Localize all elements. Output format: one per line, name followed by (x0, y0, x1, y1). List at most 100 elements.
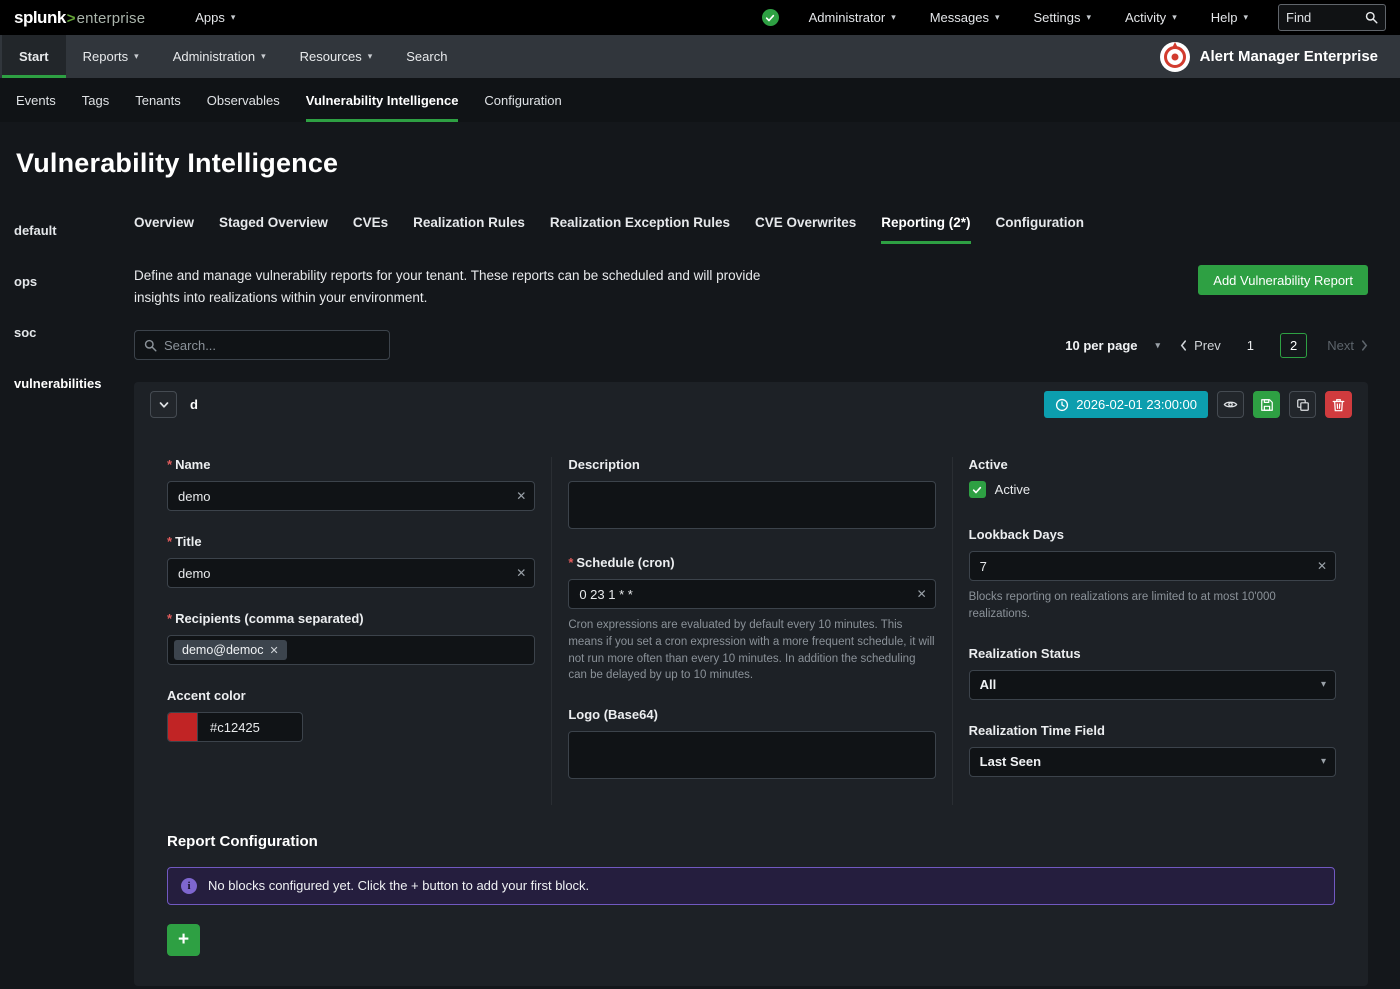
sidebar-item-soc[interactable]: soc (14, 325, 118, 340)
subnav-events[interactable]: Events (16, 78, 56, 122)
chevron-down-icon: ▾ (1172, 12, 1177, 23)
tab-realization-rules[interactable]: Realization Rules (413, 215, 525, 244)
tab-reporting[interactable]: Reporting (2*) (881, 215, 970, 244)
nav-start[interactable]: Start (2, 35, 66, 78)
nav-search-label: Search (406, 49, 447, 64)
nav-reports[interactable]: Reports ▾ (66, 35, 156, 78)
clear-name-icon[interactable]: ✕ (516, 490, 526, 502)
app-title: Alert Manager Enterprise (1200, 48, 1378, 65)
tab-overview[interactable]: Overview (134, 215, 194, 244)
realization-time-label: Realization Time Field (969, 723, 1336, 738)
tab-staged-overview[interactable]: Staged Overview (219, 215, 328, 244)
tab-cve-overwrites[interactable]: CVE Overwrites (755, 215, 856, 244)
nav-reports-label: Reports (83, 49, 129, 64)
realization-status-select[interactable]: All ▾ (969, 670, 1336, 700)
tab-realization-exception-rules[interactable]: Realization Exception Rules (550, 215, 730, 244)
report-card: d 2026-02-01 23:00:00 (134, 382, 1368, 986)
schedule-input[interactable] (568, 579, 935, 609)
subnav-observables[interactable]: Observables (207, 78, 280, 122)
find-search-box[interactable] (1278, 4, 1386, 31)
accent-color-label: Accent color (167, 688, 535, 703)
clear-title-icon[interactable]: ✕ (516, 567, 526, 579)
color-swatch[interactable] (168, 713, 198, 741)
schedule-label: *Schedule (cron) (568, 555, 935, 570)
tab-cves[interactable]: CVEs (353, 215, 388, 244)
title-field: *Title ✕ (167, 534, 535, 588)
nav-resources[interactable]: Resources ▾ (283, 35, 390, 78)
clear-schedule-icon[interactable]: ✕ (917, 588, 927, 600)
realization-time-select[interactable]: Last Seen ▾ (969, 747, 1336, 777)
chevron-down-icon: ▾ (995, 12, 1000, 23)
page-1-button[interactable]: 1 (1241, 334, 1260, 357)
logo-label: Logo (Base64) (568, 707, 935, 722)
messages-menu[interactable]: Messages ▾ (926, 10, 1004, 25)
next-label: Next (1327, 338, 1354, 353)
nav-start-label: Start (19, 49, 49, 64)
chevron-down-icon: ▾ (891, 12, 896, 23)
delete-report-button[interactable] (1325, 391, 1352, 418)
required-asterisk: * (167, 457, 172, 472)
title-input[interactable] (167, 558, 535, 588)
chevron-right-icon (1361, 340, 1368, 351)
preview-report-button[interactable] (1217, 391, 1244, 418)
subnav-tenants-label: Tenants (135, 93, 181, 108)
administrator-menu[interactable]: Administrator ▾ (805, 10, 900, 25)
add-vulnerability-report-button[interactable]: Add Vulnerability Report (1198, 265, 1368, 295)
duplicate-report-button[interactable] (1289, 391, 1316, 418)
health-check-icon[interactable] (762, 9, 779, 26)
nav-administration[interactable]: Administration ▾ (156, 35, 283, 78)
logo-gt-text: > (67, 10, 76, 27)
description-textarea[interactable] (568, 481, 935, 529)
collapse-report-button[interactable] (150, 391, 177, 418)
page-2-button[interactable]: 2 (1280, 333, 1307, 358)
search-input[interactable] (164, 338, 380, 353)
nav-search[interactable]: Search (389, 35, 464, 78)
active-checkbox[interactable] (969, 481, 986, 498)
activity-menu[interactable]: Activity ▾ (1121, 10, 1181, 25)
logo-textarea[interactable] (568, 731, 935, 779)
help-menu-label: Help (1211, 10, 1238, 25)
subnav-tags[interactable]: Tags (82, 78, 109, 122)
splunk-logo[interactable]: splunk>enterprise (14, 8, 145, 28)
tab-configuration[interactable]: Configuration (996, 215, 1084, 244)
logo-splunk-text: splunk (14, 8, 66, 28)
per-page-select[interactable]: 10 per page ▾ (1065, 338, 1160, 353)
name-input[interactable] (167, 481, 535, 511)
recipients-label: *Recipients (comma separated) (167, 611, 535, 626)
settings-menu[interactable]: Settings ▾ (1030, 10, 1096, 25)
sidebar-item-default[interactable]: default (14, 223, 118, 238)
remove-recipient-icon[interactable]: ✕ (269, 644, 278, 657)
description-label: Description (568, 457, 935, 472)
lookback-input[interactable] (969, 551, 1336, 581)
sidebar-item-ops[interactable]: ops (14, 274, 118, 289)
next-page-button[interactable]: Next (1327, 338, 1368, 353)
description-field: Description (568, 457, 935, 532)
subnav-vulnerability-intelligence[interactable]: Vulnerability Intelligence (306, 78, 459, 122)
chevron-down-icon (158, 399, 170, 411)
chevron-down-icon: ▾ (1321, 679, 1326, 690)
add-block-button[interactable]: + (167, 924, 200, 956)
save-report-button[interactable] (1253, 391, 1280, 418)
recipients-input[interactable]: demo@democ ✕ (167, 635, 535, 665)
accent-color-input[interactable]: #c12425 (167, 712, 303, 742)
content-area: Overview Staged Overview CVEs Realizatio… (118, 199, 1400, 986)
clear-lookback-icon[interactable]: ✕ (1317, 560, 1327, 572)
top-bar: splunk>enterprise Apps ▾ Administrator ▾… (0, 0, 1400, 35)
per-page-label: 10 per page (1065, 338, 1137, 353)
help-menu[interactable]: Help ▾ (1207, 10, 1252, 25)
app-identity: Alert Manager Enterprise (1160, 35, 1398, 78)
prev-page-button[interactable]: Prev (1180, 338, 1221, 353)
subnav-tenants[interactable]: Tenants (135, 78, 181, 122)
find-input[interactable] (1286, 10, 1365, 25)
realization-status-field: Realization Status All ▾ (969, 646, 1336, 700)
apps-menu[interactable]: Apps ▾ (191, 0, 239, 35)
report-name: d (190, 397, 198, 412)
chevron-down-icon: ▾ (368, 51, 373, 62)
chevron-left-icon (1180, 340, 1187, 351)
tenant-sidebar: default ops soc vulnerabilities (0, 199, 118, 427)
no-blocks-message: No blocks configured yet. Click the + bu… (208, 878, 589, 893)
subnav-configuration[interactable]: Configuration (484, 78, 561, 122)
search-box[interactable] (134, 330, 390, 360)
chevron-down-icon: ▾ (1156, 340, 1161, 351)
sidebar-item-vulnerabilities[interactable]: vulnerabilities (14, 376, 118, 391)
